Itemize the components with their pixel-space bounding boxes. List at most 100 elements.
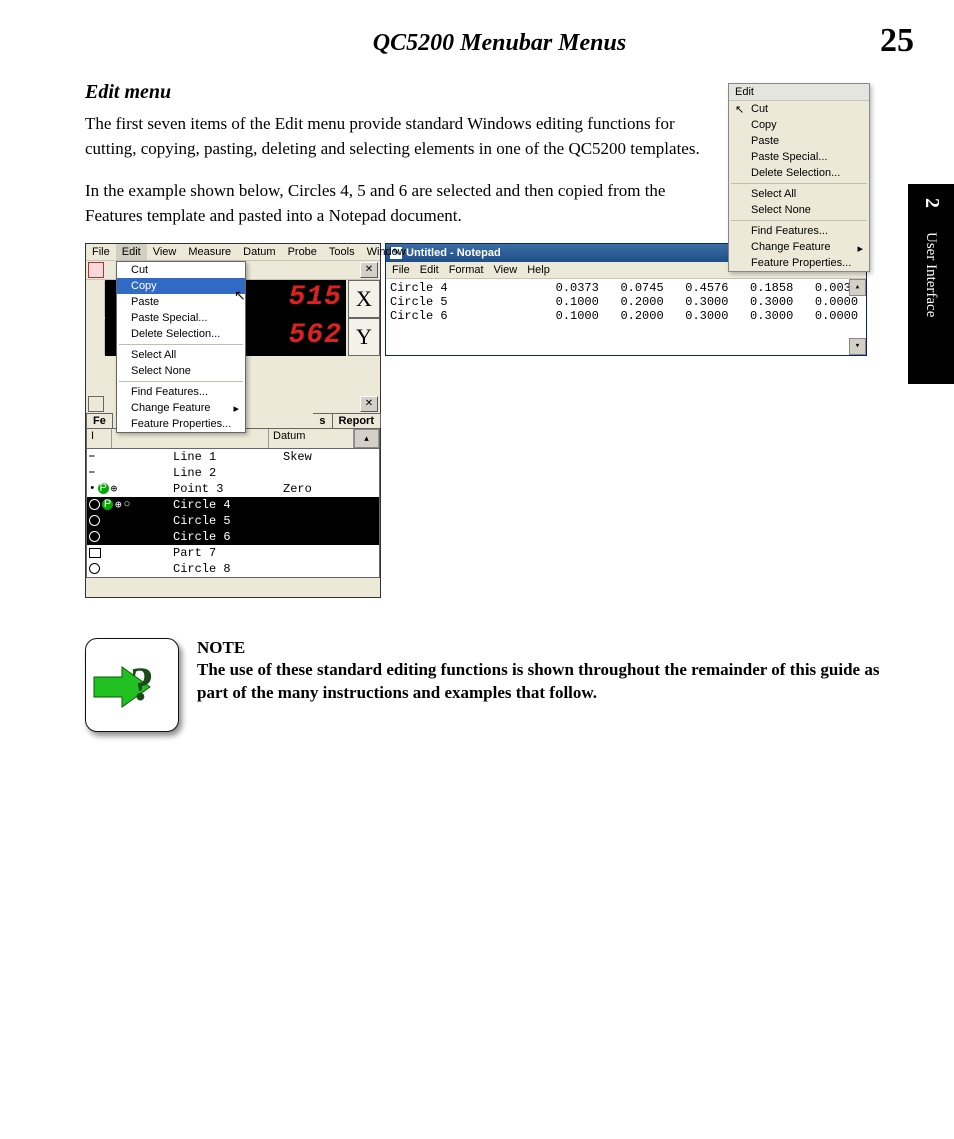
scroll-up-icon[interactable]: ▴ <box>354 429 379 448</box>
qc5200-window: File Edit View Measure Datum Probe Tools… <box>85 243 381 598</box>
menu-view[interactable]: View <box>147 244 183 260</box>
page-number: 25 <box>880 22 914 60</box>
menu-window[interactable]: Window <box>361 244 412 260</box>
feature-name: Circle 5 <box>173 514 283 528</box>
note-body: The use of these standard editing functi… <box>197 658 914 706</box>
table-row[interactable]: Circle 8 <box>87 561 379 577</box>
circle-icon <box>89 499 100 510</box>
notepad-textarea[interactable]: Circle 4 0.0373 0.0745 0.4576 0.1858 0.0… <box>386 279 866 355</box>
circle-icon <box>89 515 100 526</box>
menu-item-find-features[interactable]: Find Features... <box>729 223 869 239</box>
menu-separator <box>119 344 243 345</box>
np-menu-format[interactable]: Format <box>449 264 484 276</box>
dropdown-select-none[interactable]: Select None <box>117 363 245 379</box>
feature-datum: Zero <box>283 482 379 496</box>
row-icons: P⊕○ <box>87 498 173 512</box>
menu-separator <box>731 220 867 221</box>
dropdown-change-feature[interactable]: Change Feature ▸ <box>117 400 245 416</box>
dro-x-axis-button[interactable]: X <box>348 280 380 318</box>
dro-y-axis-button[interactable]: Y <box>348 318 380 356</box>
menu-edit[interactable]: Edit <box>116 244 147 260</box>
dropdown-cut[interactable]: Cut <box>117 262 245 278</box>
np-menu-view[interactable]: View <box>494 264 518 276</box>
feature-table: ⎯Line 1Skew⎯Line 2•P⊕Point 3ZeroP⊕○Circl… <box>86 449 380 578</box>
rect-icon <box>89 548 101 558</box>
table-row[interactable]: ⎯Line 1Skew <box>87 449 379 465</box>
menu-datum[interactable]: Datum <box>237 244 281 260</box>
toolbar-icon[interactable] <box>88 262 104 278</box>
badge-icon: ⊕ <box>115 498 122 512</box>
row-icons: •P⊕ <box>87 482 173 496</box>
row-icons: ⎯ <box>87 467 173 479</box>
menu-separator <box>731 183 867 184</box>
menu-item-feature-properties[interactable]: Feature Properties... <box>729 255 869 271</box>
badge-icon: ○ <box>124 499 131 511</box>
dropdown-paste[interactable]: Paste <box>117 294 245 310</box>
table-row[interactable]: •P⊕Point 3Zero <box>87 481 379 497</box>
menu-measure[interactable]: Measure <box>182 244 237 260</box>
cursor-icon: ↖ <box>735 103 744 116</box>
menu-probe[interactable]: Probe <box>282 244 323 260</box>
paragraph-2: In the example shown below, Circles 4, 5… <box>85 179 725 228</box>
menu-item-select-all[interactable]: Select All <box>729 186 869 202</box>
np-menu-edit[interactable]: Edit <box>420 264 439 276</box>
scroll-up-icon[interactable]: ▴ <box>849 279 866 296</box>
submenu-arrow-icon: ▸ <box>857 242 863 255</box>
circle-icon <box>89 531 100 542</box>
table-row[interactable]: Part 7 <box>87 545 379 561</box>
feature-name: Part 7 <box>173 546 283 560</box>
dropdown-select-all[interactable]: Select All <box>117 347 245 363</box>
feature-name: Point 3 <box>173 482 283 496</box>
tab-report[interactable]: Report <box>332 413 381 428</box>
scroll-down-icon[interactable]: ▾ <box>849 338 866 355</box>
tab-features[interactable]: Fe <box>86 413 113 428</box>
probe-badge-icon: P <box>102 499 113 510</box>
edit-menu-header[interactable]: Edit <box>729 84 869 101</box>
dropdown-paste-special[interactable]: Paste Special... <box>117 310 245 326</box>
table-row[interactable]: Circle 6 <box>87 529 379 545</box>
table-row[interactable]: P⊕○Circle 4 <box>87 497 379 513</box>
circle-icon <box>89 563 100 574</box>
note-icon: ? <box>85 638 179 732</box>
probe-badge-icon: P <box>98 483 109 494</box>
chapter-tab: 2 User Interface <box>908 184 954 384</box>
dropdown-copy[interactable]: Copy <box>117 278 245 294</box>
col-icon[interactable]: I <box>87 429 112 448</box>
page-title: QC5200 Menubar Menus <box>85 30 914 57</box>
menu-tools[interactable]: Tools <box>323 244 361 260</box>
col-datum[interactable]: Datum <box>269 429 354 448</box>
menu-file[interactable]: File <box>86 244 116 260</box>
chapter-number: 2 <box>920 198 943 208</box>
line-icon: ⎯ <box>89 467 95 479</box>
menu-item-paste[interactable]: Paste <box>729 133 869 149</box>
menu-item-change-feature[interactable]: Change Feature ▸ <box>729 239 869 255</box>
np-menu-file[interactable]: File <box>392 264 410 276</box>
dropdown-feature-properties[interactable]: Feature Properties... <box>117 416 245 432</box>
menu-item-cut[interactable]: ↖ Cut <box>729 101 869 117</box>
row-icons <box>87 548 173 558</box>
row-icons <box>87 515 173 526</box>
row-icons: ⎯ <box>87 451 173 463</box>
close-icon[interactable]: ✕ <box>360 396 378 412</box>
menu-item-copy[interactable]: Copy <box>729 117 869 133</box>
feature-name: Line 1 <box>173 450 283 464</box>
table-row[interactable]: Circle 5 <box>87 513 379 529</box>
tab-s[interactable]: s <box>313 413 332 428</box>
table-row[interactable]: ⎯ Line 2 <box>87 465 379 481</box>
dropdown-find-features[interactable]: Find Features... <box>117 384 245 400</box>
panel-icon[interactable] <box>88 396 104 412</box>
notepad-title-text: Untitled - Notepad <box>406 247 501 259</box>
menu-item-select-none[interactable]: Select None <box>729 202 869 218</box>
menu-item-delete-selection[interactable]: Delete Selection... <box>729 165 869 181</box>
np-menu-help[interactable]: Help <box>527 264 550 276</box>
close-icon[interactable]: ✕ <box>360 262 378 278</box>
notepad-content: Circle 4 0.0373 0.0745 0.4576 0.1858 0.0… <box>390 281 862 323</box>
row-icons <box>87 531 173 542</box>
dro-side-icon <box>86 319 105 355</box>
menu-item-paste-special[interactable]: Paste Special... <box>729 149 869 165</box>
feature-name: Circle 4 <box>173 498 283 512</box>
feature-name: Line 2 <box>173 466 283 480</box>
feature-name: Circle 6 <box>173 530 283 544</box>
edit-dropdown: Cut Copy Paste Paste Special... Delete S… <box>116 261 246 433</box>
dropdown-delete-selection[interactable]: Delete Selection... <box>117 326 245 342</box>
